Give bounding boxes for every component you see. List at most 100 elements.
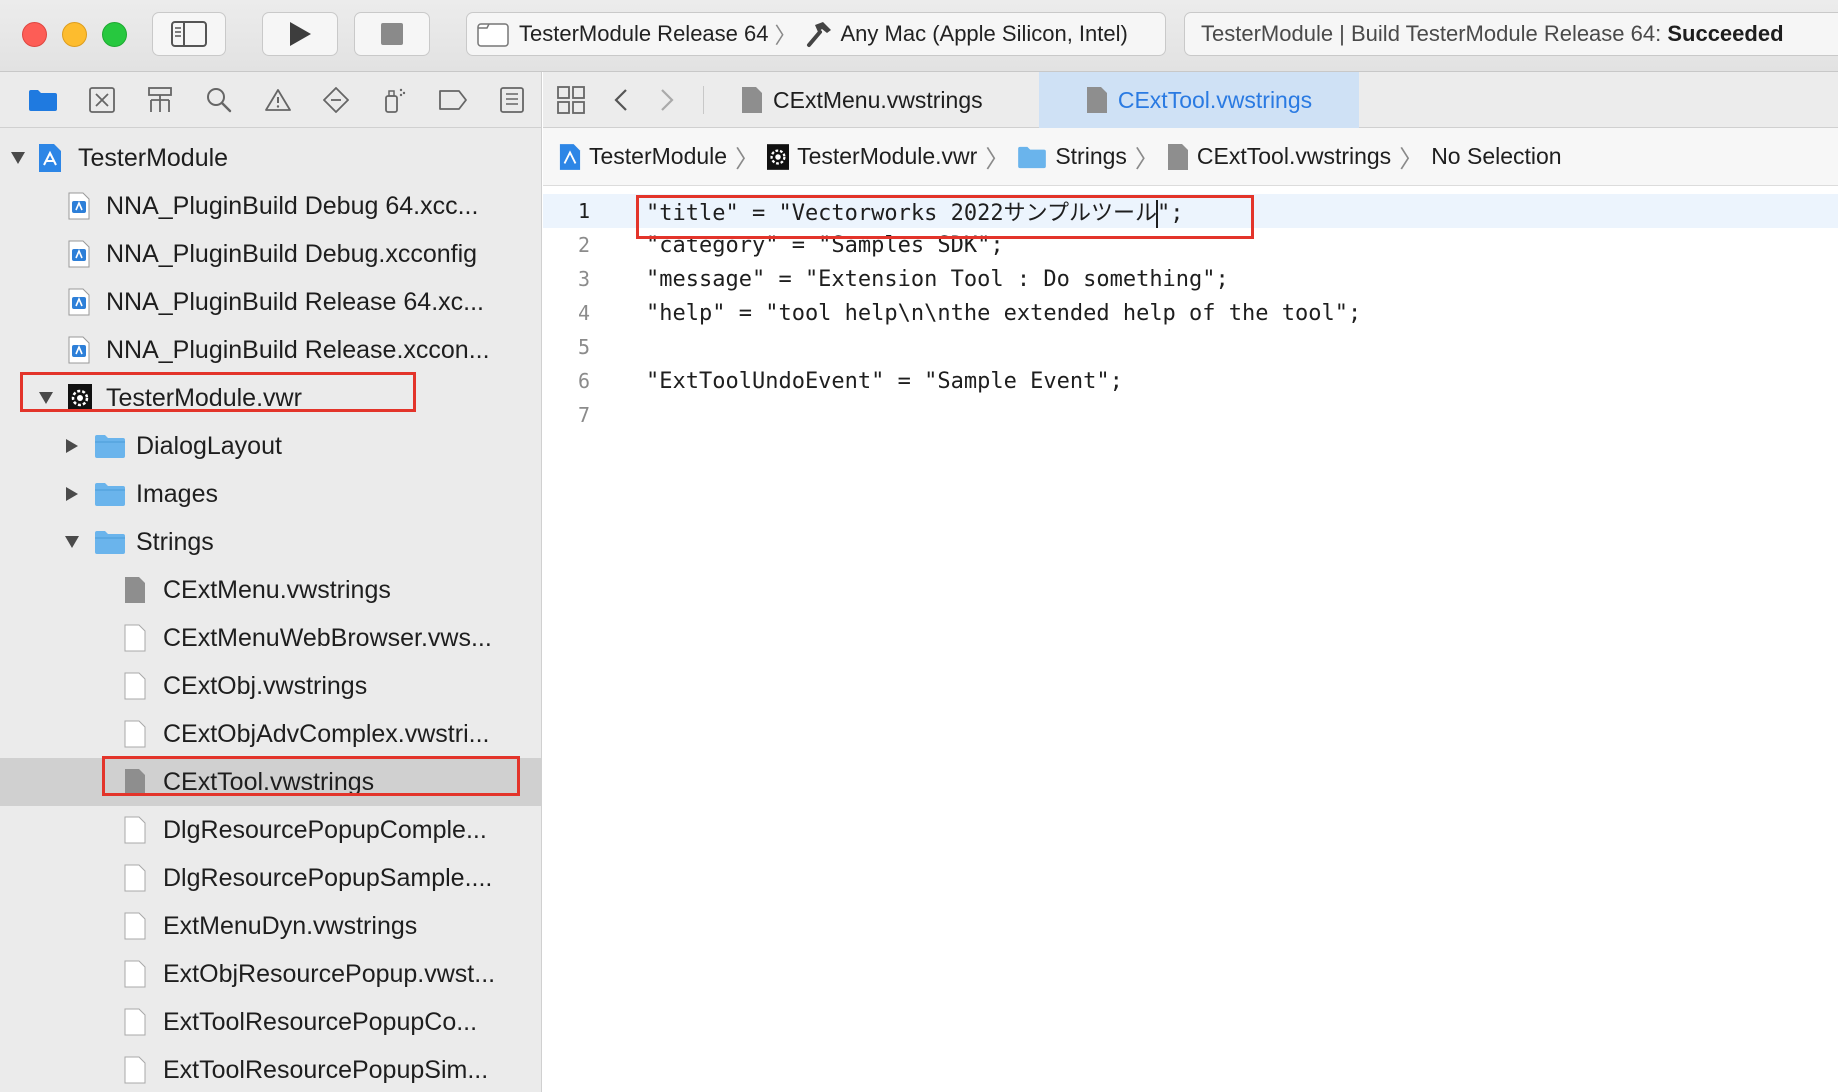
tree-item-folder-dialoglayout[interactable]: DialogLayout bbox=[0, 422, 541, 470]
xcconfig-file-icon bbox=[68, 192, 90, 220]
breadcrumb-item-selection[interactable]: No Selection bbox=[1431, 143, 1561, 170]
forward-arrow-icon[interactable] bbox=[659, 88, 675, 117]
code-line[interactable]: 4 "help" = "tool help\n\nthe extended he… bbox=[543, 296, 1838, 330]
chevron-right-icon: 〉 bbox=[1134, 146, 1159, 173]
tree-item-project[interactable]: TesterModule bbox=[0, 134, 541, 182]
chevron-right-icon: 〉 bbox=[985, 146, 1010, 173]
code-area[interactable]: 1 "title" = "Vectorworks 2022サンプルツール"; 2… bbox=[543, 186, 1838, 432]
tree-item-folder-strings[interactable]: Strings bbox=[0, 518, 541, 566]
line-number: 3 bbox=[577, 267, 590, 291]
tree-item-config[interactable]: NNA_PluginBuild Release.xccon... bbox=[0, 326, 541, 374]
tree-item-strings-file-selected[interactable]: CExtTool.vwstrings bbox=[0, 758, 541, 806]
line-number: 2 bbox=[577, 233, 590, 257]
file-label: DlgResourcePopupSample.... bbox=[163, 863, 493, 892]
tree-item-vwr[interactable]: TesterModule.vwr bbox=[0, 374, 541, 422]
tab-source-control[interactable] bbox=[73, 78, 132, 122]
search-icon bbox=[206, 87, 232, 112]
xcconfig-file-icon bbox=[68, 336, 90, 364]
disclosure-closed-icon[interactable] bbox=[62, 484, 82, 504]
tree-item-strings-file[interactable]: CExtMenuWebBrowser.vws... bbox=[0, 614, 541, 662]
tree-item-strings-file[interactable]: DlgResourcePopupSample.... bbox=[0, 854, 541, 902]
tree-item-config[interactable]: NNA_PluginBuild Release 64.xc... bbox=[0, 278, 541, 326]
breadcrumb: TesterModule 〉 TesterModule.vwr 〉 String… bbox=[543, 128, 1838, 186]
file-label: CExtMenuWebBrowser.vws... bbox=[163, 623, 492, 652]
vwr-file-label: TesterModule.vwr bbox=[106, 383, 302, 412]
folder-icon bbox=[94, 529, 126, 555]
tree-item-strings-file[interactable]: ExtMenuDyn.vwstrings bbox=[0, 902, 541, 950]
run-button[interactable] bbox=[262, 12, 338, 56]
warning-icon bbox=[264, 88, 291, 111]
tab-symbol-navigator[interactable] bbox=[131, 78, 190, 122]
chevron-right-icon: 〉 bbox=[735, 146, 760, 173]
scheme-selector[interactable]: TesterModule Release 64 〉 Any Mac (Apple… bbox=[466, 12, 1166, 56]
breadcrumb-item-strings[interactable]: Strings bbox=[1017, 143, 1127, 170]
xcconfig-file-icon bbox=[68, 240, 90, 268]
code-line[interactable]: 3 "message" = "Extension Tool : Do somet… bbox=[543, 262, 1838, 296]
tree-item-config[interactable]: NNA_PluginBuild Debug.xcconfig bbox=[0, 230, 541, 278]
tab-issue-navigator[interactable] bbox=[248, 78, 307, 122]
breadcrumb-item-project[interactable]: TesterModule bbox=[559, 143, 727, 171]
code-line[interactable]: 7 bbox=[543, 398, 1838, 432]
folder-label: DialogLayout bbox=[136, 431, 282, 460]
minimize-window-button[interactable] bbox=[62, 22, 87, 47]
line-number: 6 bbox=[577, 369, 590, 393]
gear-file-icon bbox=[767, 143, 790, 170]
file-label: CExtObjAdvComplex.vwstri... bbox=[163, 719, 490, 748]
project-file-icon bbox=[38, 143, 62, 173]
tree-item-strings-file[interactable]: DlgResourcePopupComple... bbox=[0, 806, 541, 854]
folder-label: Images bbox=[136, 479, 218, 508]
breadcrumb-item-vwr[interactable]: TesterModule.vwr bbox=[767, 143, 977, 171]
line-number: 1 bbox=[577, 199, 590, 223]
tab-test-navigator[interactable] bbox=[307, 78, 366, 122]
stop-button[interactable] bbox=[354, 12, 430, 56]
code-text: "help" = "tool help\n\nthe extended help… bbox=[646, 300, 1362, 326]
tab-project-navigator[interactable] bbox=[14, 78, 73, 122]
file-label: ExtObjResourcePopup.vwst... bbox=[163, 959, 496, 988]
file-label: ExtToolResourcePopupSim... bbox=[163, 1055, 489, 1084]
sidebar-icon bbox=[171, 21, 207, 47]
tab-debug-navigator[interactable] bbox=[365, 78, 424, 122]
tree-item-strings-file[interactable]: CExtObj.vwstrings bbox=[0, 662, 541, 710]
zoom-window-button[interactable] bbox=[102, 22, 127, 47]
tree-item-strings-file[interactable]: CExtMenu.vwstrings bbox=[0, 566, 541, 614]
code-line[interactable]: 6 "ExtToolUndoEvent" = "Sample Event"; bbox=[543, 364, 1838, 398]
code-line[interactable]: 2 "category" = "Samples SDK"; bbox=[543, 228, 1838, 262]
tabbar-divider bbox=[703, 86, 704, 114]
disclosure-open-icon[interactable] bbox=[8, 148, 28, 168]
tree-item-folder-images[interactable]: Images bbox=[0, 470, 541, 518]
spray-can-icon bbox=[384, 88, 405, 113]
test-diamond-icon bbox=[323, 86, 350, 113]
toggle-navigator-button[interactable] bbox=[152, 12, 226, 56]
folder-icon bbox=[1018, 146, 1047, 168]
code-line[interactable]: 1 "title" = "Vectorworks 2022サンプルツール"; bbox=[543, 194, 1838, 228]
disclosure-closed-icon[interactable] bbox=[62, 436, 82, 456]
tree-item-strings-file[interactable]: ExtToolResourcePopupSim... bbox=[0, 1046, 541, 1092]
code-line[interactable]: 5 bbox=[543, 330, 1838, 364]
back-arrow-icon[interactable] bbox=[613, 88, 629, 117]
breadcrumb-label: No Selection bbox=[1431, 143, 1562, 169]
tree-item-config[interactable]: NNA_PluginBuild Debug 64.xcc... bbox=[0, 182, 541, 230]
tree-item-strings-file[interactable]: CExtObjAdvComplex.vwstri... bbox=[0, 710, 541, 758]
tab-report-navigator[interactable] bbox=[483, 78, 542, 122]
file-label: CExtMenu.vwstrings bbox=[163, 575, 391, 604]
document-icon bbox=[124, 1056, 146, 1084]
file-label: ExtMenuDyn.vwstrings bbox=[163, 911, 418, 940]
tab-breakpoint-navigator[interactable] bbox=[424, 78, 483, 122]
disclosure-open-icon[interactable] bbox=[36, 388, 56, 408]
code-text-before-caret: "title" = "Vectorworks 2022サンプルツール bbox=[646, 200, 1157, 226]
breadcrumb-item-file[interactable]: CExtTool.vwstrings bbox=[1167, 143, 1391, 171]
xcconfig-file-icon bbox=[68, 288, 90, 316]
config-file-label: NNA_PluginBuild Release 64.xc... bbox=[106, 287, 484, 316]
code-text: "title" = "Vectorworks 2022サンプルツール"; bbox=[646, 195, 1183, 228]
tab-cextmenu[interactable]: CExtMenu.vwstrings bbox=[741, 72, 1021, 128]
tree-item-strings-file[interactable]: ExtToolResourcePopupCo... bbox=[0, 998, 541, 1046]
disclosure-open-icon[interactable] bbox=[62, 532, 82, 552]
grid-icon[interactable] bbox=[557, 86, 585, 119]
tab-find-navigator[interactable] bbox=[190, 78, 249, 122]
close-window-button[interactable] bbox=[22, 22, 47, 47]
tab-cexttool[interactable]: CExtTool.vwstrings bbox=[1039, 72, 1359, 128]
breadcrumb-label: CExtTool.vwstrings bbox=[1196, 143, 1392, 169]
breadcrumb-label: TesterModule bbox=[589, 143, 728, 169]
tab-label: CExtMenu.vwstrings bbox=[773, 86, 983, 113]
tree-item-strings-file[interactable]: ExtObjResourcePopup.vwst... bbox=[0, 950, 541, 998]
